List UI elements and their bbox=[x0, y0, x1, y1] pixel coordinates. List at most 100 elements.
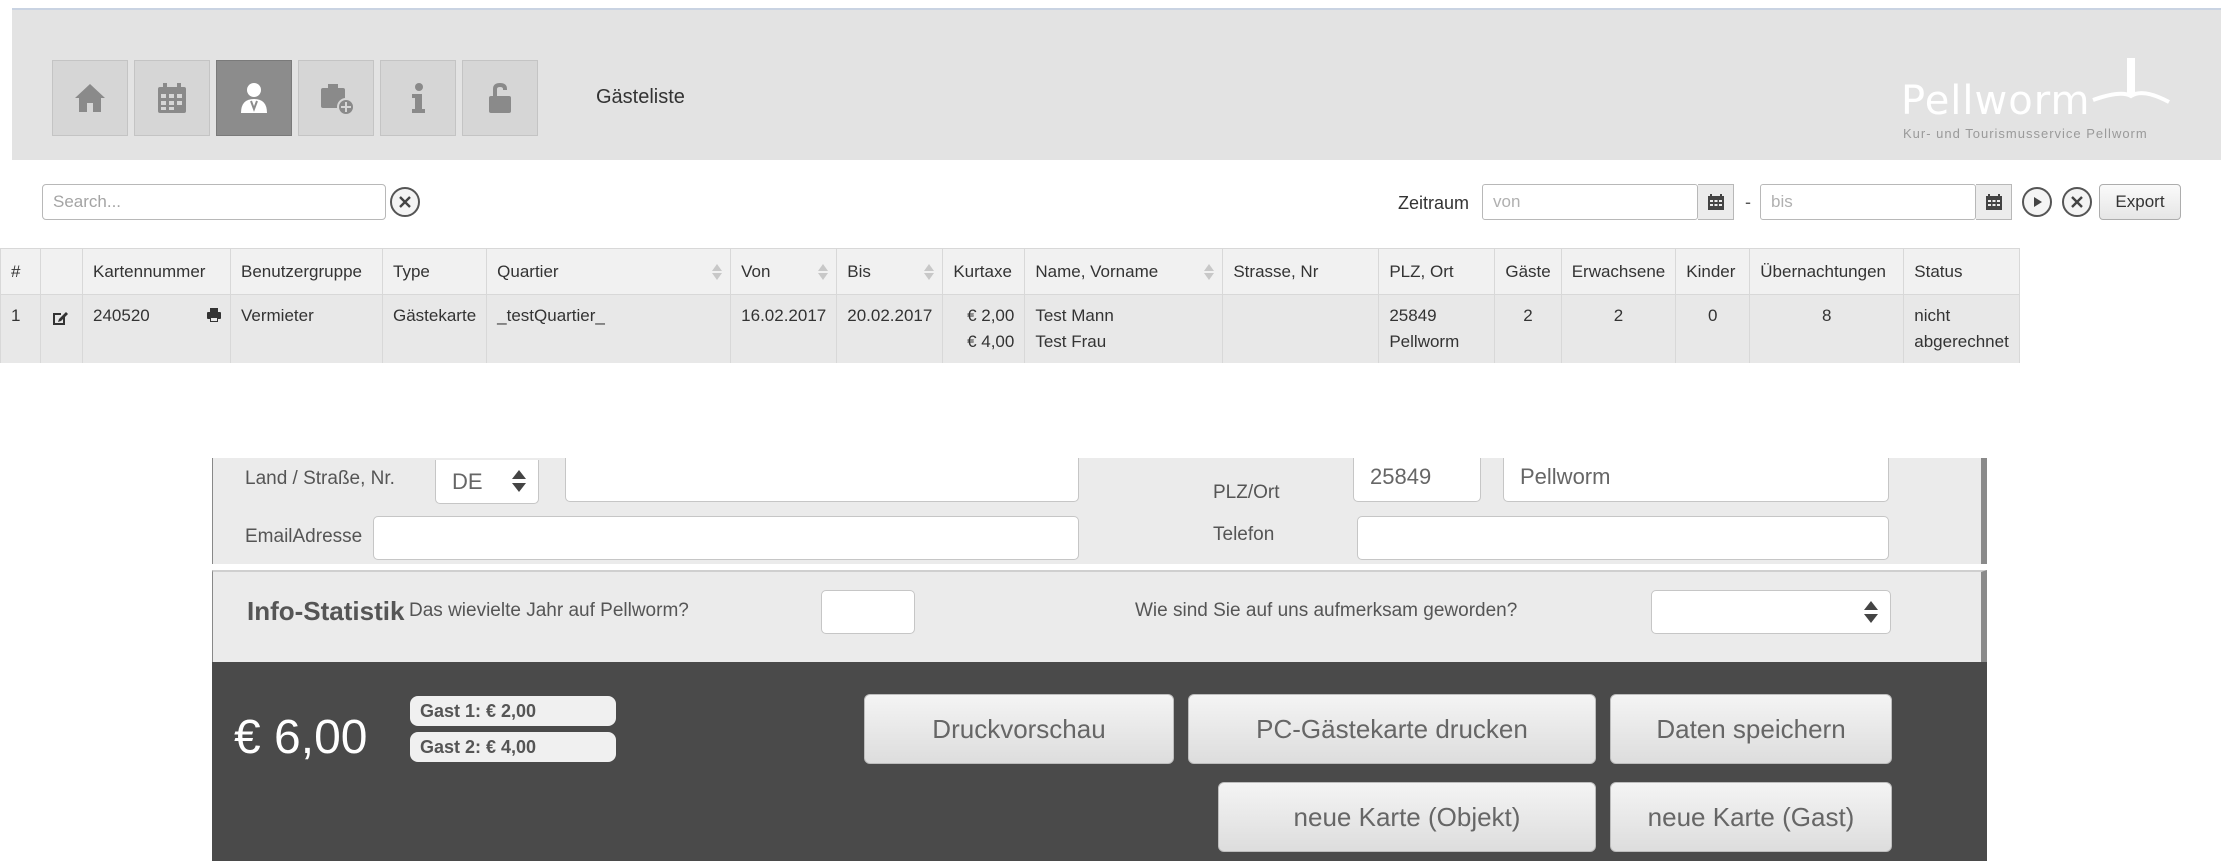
col-benutzergruppe[interactable]: Benutzergruppe bbox=[230, 248, 383, 295]
date-from-calendar-button[interactable] bbox=[1698, 184, 1734, 220]
filter-toolbar: Zeitraum - Export bbox=[0, 178, 2221, 228]
col-bis-label: Bis bbox=[847, 261, 871, 281]
jahr-input[interactable] bbox=[821, 590, 915, 634]
app-stage: Gästeliste Pellworm Kur- und Tourismusse… bbox=[0, 0, 2221, 861]
col-von[interactable]: Von bbox=[730, 248, 838, 295]
kurtaxe-guest-2: € 4,00 bbox=[967, 332, 1015, 351]
cell-plz-ort: 25849 Pellworm bbox=[1378, 294, 1496, 363]
home-icon bbox=[75, 84, 105, 112]
pellworm-logo: Pellworm Kur- und Tourismusservice Pellw… bbox=[1901, 56, 2191, 146]
nav-info-button[interactable] bbox=[380, 60, 456, 136]
neue-karte-gast-button[interactable]: neue Karte (Gast) bbox=[1610, 782, 1892, 852]
kartennummer-value: 240520 bbox=[93, 306, 150, 325]
logo-subtitle: Kur- und Tourismusservice Pellworm bbox=[1903, 126, 2148, 141]
land-strasse-label: Land / Straße, Nr. bbox=[245, 468, 395, 489]
page-title: Gästeliste bbox=[596, 86, 685, 108]
col-bis[interactable]: Bis bbox=[836, 248, 944, 295]
close-icon bbox=[2071, 196, 2083, 208]
gast-1-amount: Gast 1: € 2,00 bbox=[410, 696, 616, 726]
street-input[interactable] bbox=[565, 458, 1079, 502]
cell-von: 16.02.2017 bbox=[730, 294, 838, 363]
edit-icon bbox=[53, 312, 68, 325]
nav-guests-button[interactable] bbox=[216, 60, 292, 136]
app-header: Gästeliste Pellworm Kur- und Tourismusse… bbox=[12, 8, 2221, 160]
calendar-icon bbox=[158, 83, 186, 113]
col-uebernachtungen[interactable]: Übernachtungen bbox=[1749, 248, 1905, 295]
date-from-input[interactable] bbox=[1482, 184, 1698, 220]
cell-kinder: 0 bbox=[1675, 294, 1751, 363]
cell-status: nicht abgerechnet bbox=[1903, 294, 2020, 363]
col-edit bbox=[40, 248, 83, 295]
total-kurtaxe: € 6,00 bbox=[234, 711, 368, 764]
col-erwachsene[interactable]: Erwachsene bbox=[1560, 248, 1677, 295]
col-strasse[interactable]: Strasse, Nr bbox=[1222, 248, 1380, 295]
guest-card-form: Land / Straße, Nr. DE PLZ/Ort 25849 Pell… bbox=[212, 458, 1987, 861]
ort-input[interactable]: Pellworm bbox=[1503, 458, 1889, 502]
country-select[interactable]: DE bbox=[435, 460, 539, 504]
col-kartennummer[interactable]: Kartennummer bbox=[82, 248, 231, 295]
cell-edit[interactable] bbox=[40, 294, 83, 363]
search-input[interactable] bbox=[42, 184, 386, 220]
col-gaeste[interactable]: Gäste bbox=[1494, 248, 1562, 295]
col-type[interactable]: Type bbox=[381, 248, 488, 295]
lighthouse-icon bbox=[2092, 58, 2170, 104]
sort-icon bbox=[818, 264, 829, 280]
sort-icon bbox=[1204, 264, 1215, 280]
nav-add-card-button[interactable] bbox=[298, 60, 374, 136]
status-line-2: abgerechnet bbox=[1914, 332, 2009, 351]
plz-ort-label: PLZ/Ort bbox=[1213, 482, 1280, 503]
col-name-label: Name, Vorname bbox=[1035, 261, 1159, 281]
select-arrows-icon bbox=[1864, 601, 1878, 625]
aufmerksam-select[interactable] bbox=[1651, 590, 1891, 634]
info-statistik-section: Info-Statistik Das wievielte Jahr auf Pe… bbox=[212, 570, 1987, 662]
export-button[interactable]: Export bbox=[2099, 184, 2181, 220]
plz-value: 25849 bbox=[1389, 306, 1437, 325]
col-name[interactable]: Name, Vorname bbox=[1024, 248, 1224, 295]
nav-calendar-button[interactable] bbox=[134, 60, 210, 136]
col-plz-ort[interactable]: PLZ, Ort bbox=[1378, 248, 1496, 295]
cell-kurtaxe: € 2,00 € 4,00 bbox=[942, 294, 1026, 363]
telefon-input[interactable] bbox=[1357, 516, 1889, 560]
col-status[interactable]: Status bbox=[1903, 248, 2020, 295]
date-range-separator: - bbox=[1745, 192, 1751, 212]
jahr-question: Das wievielte Jahr auf Pellworm? bbox=[409, 600, 689, 621]
plz-input[interactable]: 25849 bbox=[1353, 458, 1481, 502]
calendar-icon bbox=[1985, 194, 2002, 210]
print-icon[interactable] bbox=[206, 307, 222, 323]
zeitraum-label: Zeitraum bbox=[1398, 193, 1470, 213]
telefon-label: Telefon bbox=[1213, 524, 1275, 545]
daten-speichern-button[interactable]: Daten speichern bbox=[1610, 694, 1892, 764]
pc-gaestekarte-drucken-button[interactable]: PC-Gästekarte drucken bbox=[1188, 694, 1596, 764]
email-label: EmailAdresse bbox=[245, 526, 363, 547]
druckvorschau-button[interactable]: Druckvorschau bbox=[864, 694, 1174, 764]
apply-filter-button[interactable] bbox=[2022, 187, 2052, 217]
gast-2-amount: Gast 2: € 4,00 bbox=[410, 732, 616, 762]
col-kurtaxe[interactable]: Kurtaxe bbox=[942, 248, 1026, 295]
add-card-icon bbox=[321, 84, 355, 116]
col-kinder[interactable]: Kinder bbox=[1675, 248, 1751, 295]
sort-icon bbox=[712, 264, 723, 280]
date-to-calendar-button[interactable] bbox=[1976, 184, 2012, 220]
cell-type: Gästekarte bbox=[381, 294, 488, 363]
summary-actions-bar: € 6,00 Gast 1: € 2,00 Gast 2: € 4,00 Dru… bbox=[212, 662, 1987, 861]
nav-home-button[interactable] bbox=[52, 60, 128, 136]
table-row[interactable]: 1 240520 Vermieter Gästekarte _testQuart… bbox=[0, 294, 2020, 363]
cell-kartennummer: 240520 bbox=[82, 294, 231, 363]
calendar-icon bbox=[1707, 194, 1724, 210]
col-quartier[interactable]: Quartier bbox=[486, 248, 732, 295]
cell-uebernachtungen: 8 bbox=[1749, 294, 1905, 363]
guest-user-icon bbox=[241, 83, 267, 113]
address-section: Land / Straße, Nr. DE PLZ/Ort 25849 Pell… bbox=[212, 458, 1987, 564]
neue-karte-objekt-button[interactable]: neue Karte (Objekt) bbox=[1218, 782, 1596, 852]
aufmerksam-question: Wie sind Sie auf uns aufmerksam geworden… bbox=[1135, 600, 1518, 621]
clear-search-button[interactable] bbox=[390, 187, 420, 217]
date-to-input[interactable] bbox=[1760, 184, 1976, 220]
nav-unlock-button[interactable] bbox=[462, 60, 538, 136]
status-line-1: nicht bbox=[1914, 306, 1951, 325]
email-input[interactable] bbox=[373, 516, 1079, 560]
kurtaxe-guest-1: € 2,00 bbox=[967, 306, 1015, 325]
logo-name: Pellworm bbox=[1901, 78, 2091, 124]
guest-table: # Kartennummer Benutzergruppe Type Quart… bbox=[0, 248, 2020, 363]
cell-bis: 20.02.2017 bbox=[836, 294, 944, 363]
clear-dates-button[interactable] bbox=[2062, 187, 2092, 217]
